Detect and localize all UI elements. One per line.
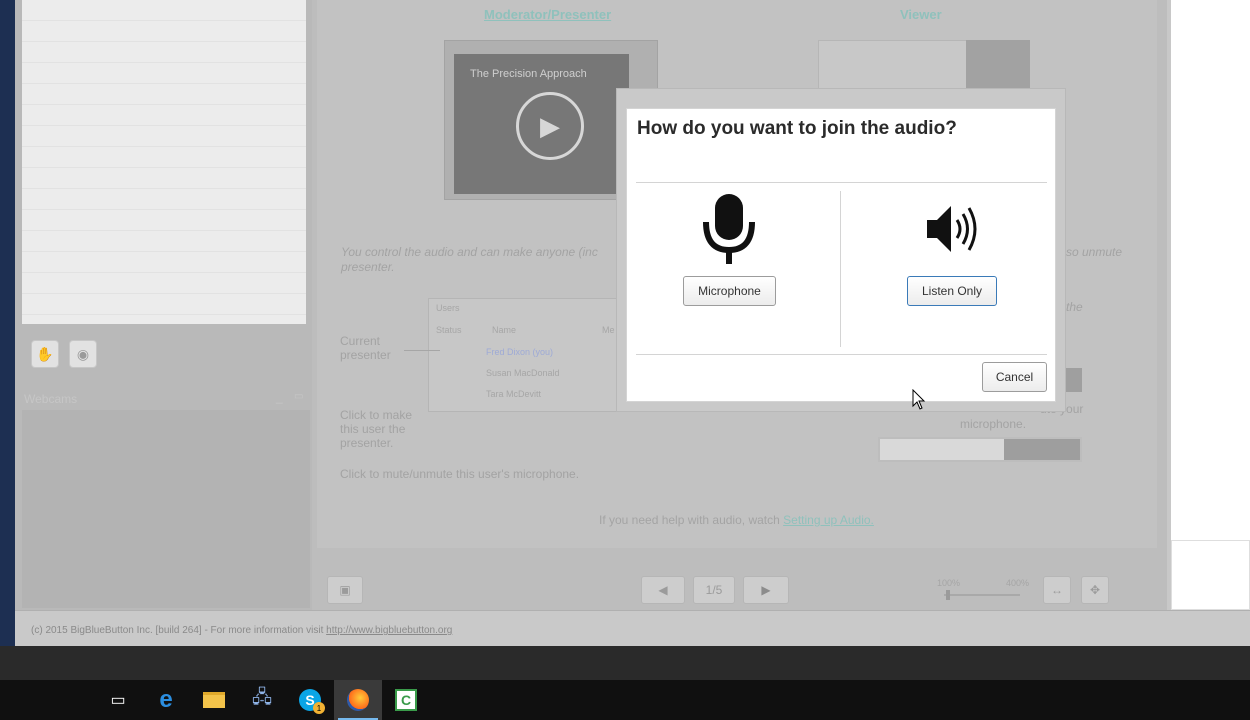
camtasia-icon: C [395,689,417,711]
dialog-title: How do you want to join the audio? [637,118,957,139]
speaker-icon [927,206,977,252]
zoom-max-label: 400% [1006,578,1030,588]
viewer-thumbnail-dark [966,40,1030,90]
fit-width-icon: ↔ [1051,583,1063,597]
click-to-mute-label: Click to mute/unmute this user's microph… [340,467,580,481]
network-app-button[interactable]: 🖧 [238,680,286,720]
zoom-slider-thumb[interactable] [946,590,950,600]
skype-badge: 1 [313,702,325,714]
zoom-min-label: 100% [937,578,961,588]
viewer-button-illustration [1066,368,1082,392]
hand-raise-button[interactable]: ✋ [31,340,59,368]
task-view-icon: ▭ [110,692,126,709]
circle-settings-icon: ◉ [76,345,90,362]
next-slide-button[interactable]: ▶ [743,576,789,604]
microphone-right-label: microphone. [960,417,1027,431]
footer-text: (c) 2015 BigBlueButton Inc. [build 264] … [31,625,324,636]
volume-bar-illustration [878,437,1082,462]
edge-browser-icon: e [159,686,173,713]
help-link[interactable]: Setting up Audio. [783,513,874,527]
camtasia-button[interactable]: C [382,680,430,720]
firefox-icon [347,689,369,711]
play-icon: ▶ [516,92,584,160]
video-title: The Precision Approach [470,68,587,80]
page-indicator-text: 1/5 [705,583,723,597]
window-edge [0,0,15,646]
skype-button[interactable]: S 1 [286,680,334,720]
fit-page-button[interactable]: ✥ [1081,576,1109,604]
help-text: If you need help with audio, watch Setti… [599,513,874,527]
webcams-title: Webcams [24,392,78,406]
webcams-area [22,410,310,608]
settings-button[interactable]: ◉ [69,340,97,368]
users-row-1: Fred Dixon (you) [486,347,554,357]
file-explorer-button[interactable] [190,680,238,720]
users-panel-title: Users [436,303,460,313]
fit-width-button[interactable]: ↔ [1043,576,1071,604]
webcams-title-bar: Webcams _ ▭ [22,388,310,410]
page-indicator[interactable]: 1/5 [693,576,735,604]
taskbar: ▭ e 🖧 S 1 C [0,680,1250,720]
note-left: You control the audio and can make anyon… [341,245,598,259]
help-prefix: If you need help with audio, watch [599,513,780,527]
users-row-2: Susan MacDonald [486,368,560,378]
footer: (c) 2015 BigBlueButton Inc. [build 264] … [15,610,1250,646]
viewer-heading: Viewer [900,7,942,22]
right-panel-box [1171,540,1250,610]
users-row-3: Tara McDevitt [486,389,542,399]
current-presenter-label: Current presenter [340,334,391,362]
firefox-button[interactable] [334,680,382,720]
move-icon: ✥ [1089,583,1101,597]
arrow-right-icon: ▶ [761,583,771,597]
chat-area [22,0,306,324]
screen: ✋ ◉ Webcams _ ▭ Moderator/Presenter View… [0,0,1250,720]
moderator-heading: Moderator/Presenter [484,7,612,22]
note-right: so unmute [1066,245,1123,259]
mouse-cursor-icon [912,389,926,410]
audio-dialog [626,108,1056,402]
zoom-slider[interactable] [944,594,1020,596]
minimize-icon[interactable]: _ [276,390,283,404]
previous-slide-button[interactable]: ◀ [641,576,685,604]
click-to-make-label: Click to make this user the presenter. [340,408,413,450]
maximize-icon[interactable]: ▭ [294,391,303,402]
hand-icon: ✋ [36,345,54,362]
document-icon: ▣ [339,583,351,597]
dialog-divider-top [636,182,1047,183]
right-divider [1167,0,1171,610]
arrow-line [404,350,440,351]
note-left-2: presenter. [341,260,395,274]
dialog-divider-bottom [636,354,1047,355]
footer-link[interactable]: http://www.bigbluebutton.org [326,625,452,636]
microphone-icon [703,194,755,264]
arrow-left-icon: ◀ [658,583,668,597]
users-col-me: Me [602,325,615,335]
users-col-status: Status [436,325,462,335]
desktop-strip [0,646,1250,680]
microphone-button[interactable]: Microphone [683,276,776,306]
dialog-divider-vertical [840,191,841,347]
users-col-name: Name [492,325,517,335]
upload-button[interactable]: ▣ [327,576,363,604]
edge-button[interactable]: e [142,680,190,720]
network-icon: 🖧 [251,687,273,707]
note-right-2: the [1066,300,1083,314]
task-view-button[interactable]: ▭ [94,680,142,720]
listen-only-button[interactable]: Listen Only [907,276,997,306]
cancel-button[interactable]: Cancel [982,362,1047,392]
folder-icon [203,692,225,708]
